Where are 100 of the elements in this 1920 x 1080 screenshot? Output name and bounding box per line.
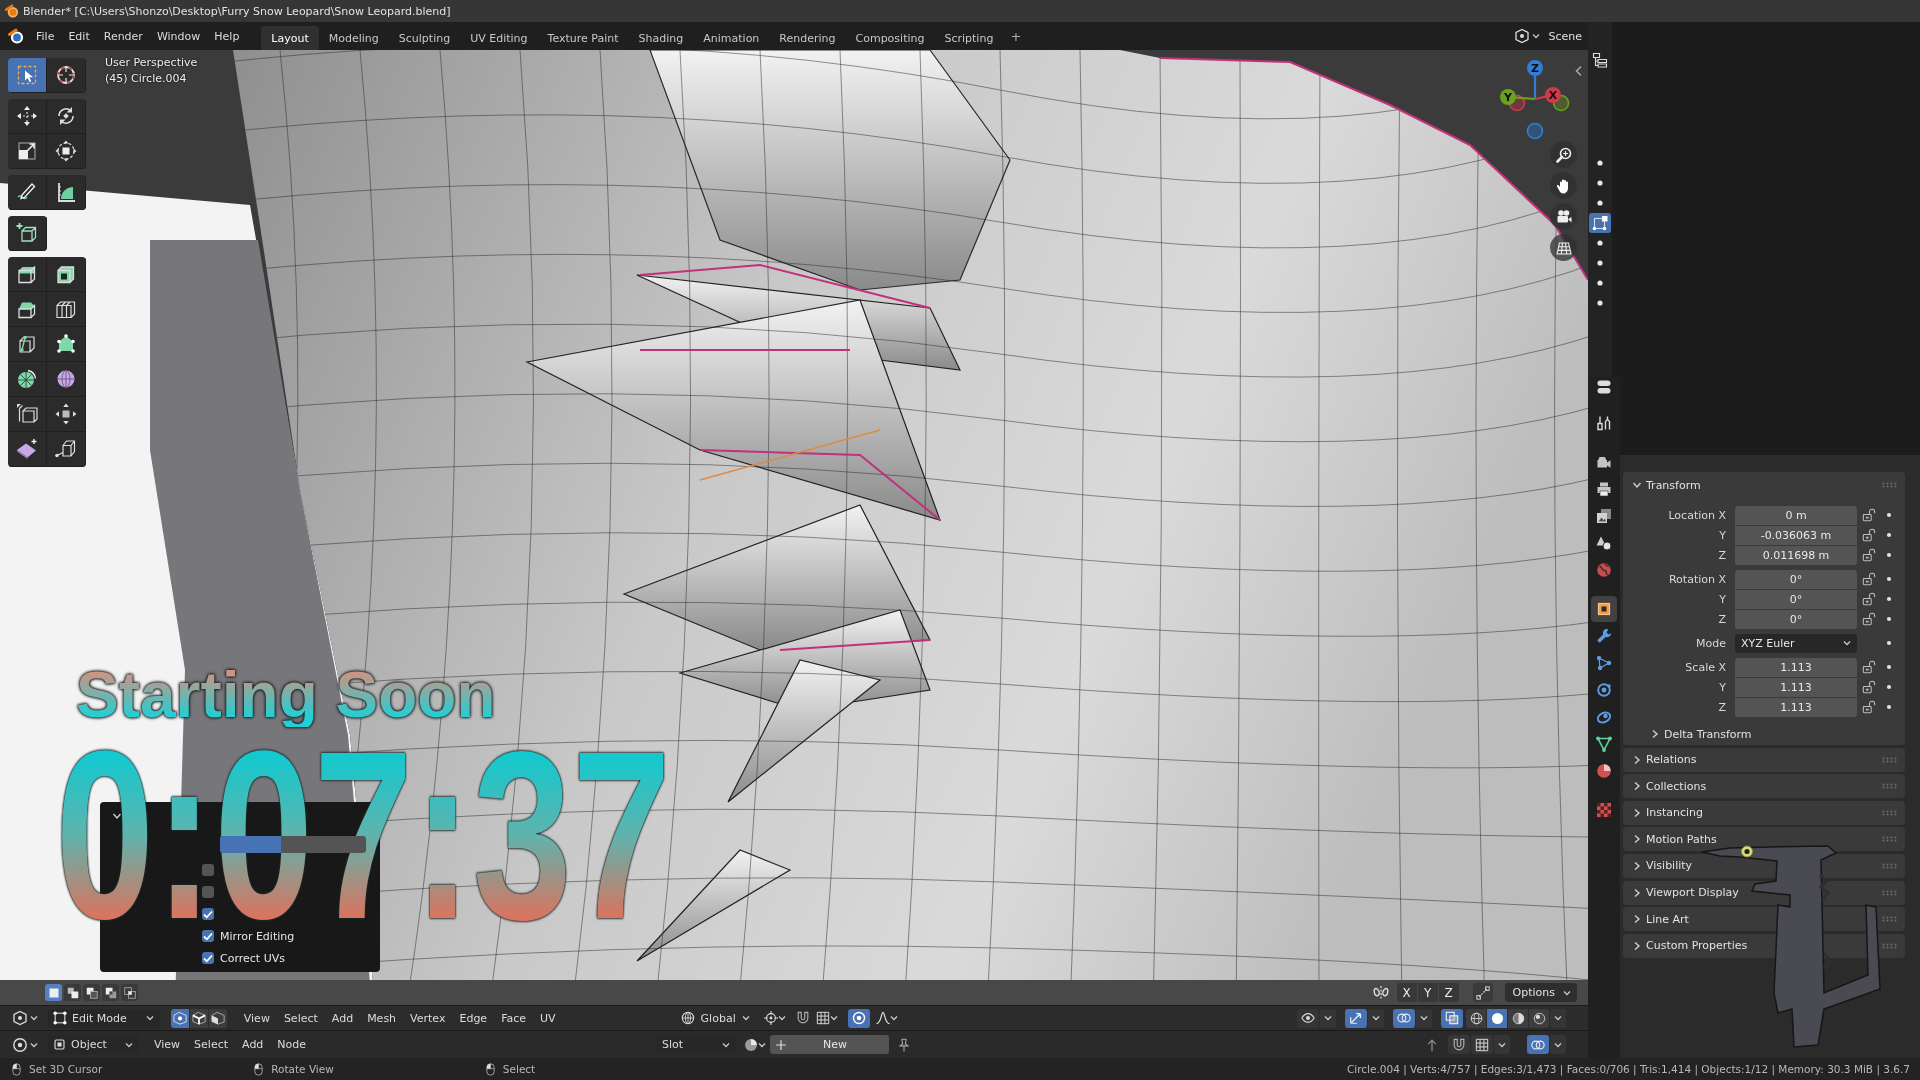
magnet-icon[interactable] [1448, 1035, 1470, 1054]
drag-handle-icon[interactable] [1882, 783, 1897, 790]
number-field[interactable]: 0° [1735, 609, 1857, 629]
rotate-icon[interactable] [47, 99, 86, 134]
pin-icon[interactable] [897, 1037, 912, 1052]
panel-header[interactable]: Motion Paths [1623, 827, 1905, 852]
rendered-shading-icon[interactable] [1529, 1008, 1549, 1028]
select-invert-icon[interactable] [102, 984, 119, 1001]
caret-icon[interactable] [1532, 32, 1541, 40]
select-box-icon[interactable] [8, 58, 47, 93]
select-intersect-icon[interactable] [121, 984, 138, 1001]
menu-item[interactable]: Add [235, 1033, 271, 1056]
xray-icon[interactable] [1441, 1008, 1463, 1028]
panel-title[interactable]: Relations [1646, 753, 1697, 767]
gizmo-icon[interactable] [1345, 1008, 1367, 1028]
drag-handle-icon[interactable] [1882, 482, 1897, 488]
keyframe-dot-icon[interactable] [1886, 640, 1892, 646]
drag-handle-icon[interactable] [1882, 862, 1897, 869]
move-icon[interactable] [8, 99, 47, 134]
mirror-icon[interactable] [1372, 984, 1389, 1001]
number-field[interactable]: 0° [1735, 569, 1857, 589]
caret-icon[interactable] [1494, 1035, 1510, 1054]
add-cube-icon[interactable] [8, 216, 47, 251]
subpanel-title[interactable]: Delta Transform [1664, 727, 1752, 741]
number-field[interactable]: 0 m [1735, 505, 1857, 525]
vertex-select-icon[interactable] [170, 1008, 189, 1028]
panel-title[interactable]: Transform [1646, 478, 1701, 492]
mode-dropdown[interactable]: Edit Mode [48, 1008, 160, 1028]
scale-icon[interactable] [8, 134, 47, 169]
workspace-tab[interactable]: Shading [628, 26, 694, 50]
padlock-icon[interactable] [1862, 612, 1876, 626]
workspace-tab[interactable]: Rendering [769, 26, 846, 50]
menu-item[interactable]: View [147, 1033, 188, 1056]
select-subtract-icon[interactable] [83, 984, 100, 1001]
caret-icon[interactable] [1416, 1008, 1432, 1028]
logo-icon[interactable] [8, 28, 24, 44]
object-icon[interactable] [1591, 596, 1617, 622]
mirror-axis-toggle[interactable]: X [1396, 983, 1417, 1002]
edge-select-icon[interactable] [189, 1008, 208, 1028]
caret-icon[interactable] [741, 1014, 750, 1022]
mirror-axis-toggle[interactable]: Y [1417, 983, 1438, 1002]
panel-title[interactable]: Collections [1646, 779, 1707, 793]
number-field[interactable]: 1.113 [1735, 657, 1857, 677]
panel-header[interactable]: Relations [1623, 747, 1905, 772]
menu-item[interactable]: Mesh [360, 1007, 404, 1029]
wireframe-shading-icon[interactable] [1466, 1008, 1486, 1028]
keyframe-dot-icon[interactable] [1886, 616, 1892, 622]
material-sphere-icon[interactable] [744, 1037, 759, 1052]
caret-icon[interactable] [889, 1014, 898, 1022]
overlays-icon[interactable] [1393, 1008, 1415, 1028]
menu-item[interactable]: Render [96, 25, 150, 47]
scene-name[interactable]: Scene [1548, 29, 1582, 43]
padlock-icon[interactable] [1862, 700, 1876, 714]
panel-title[interactable]: Viewport Display [1646, 886, 1739, 900]
cube-loop-icon[interactable] [47, 292, 86, 327]
keyframe-dot-icon[interactable] [1886, 704, 1892, 710]
node-editor-icon[interactable] [12, 1036, 28, 1053]
panel-title[interactable]: Visibility [1646, 859, 1693, 873]
panel-title[interactable]: Line Art [1646, 912, 1689, 926]
keyframe-dot-icon[interactable] [1886, 684, 1892, 690]
axis-handle[interactable]: Y [1500, 89, 1536, 105]
rotation-mode-dropdown[interactable]: XYZ Euler [1735, 633, 1857, 653]
workspace-tab[interactable]: UV Editing [460, 26, 538, 50]
polygon-icon[interactable] [47, 327, 86, 362]
material-shading-icon[interactable] [1508, 1008, 1528, 1028]
arrow-up-icon[interactable] [1425, 1037, 1439, 1052]
select-replace-icon[interactable] [45, 984, 62, 1001]
transform-icon[interactable] [47, 134, 86, 169]
outliner-icon[interactable] [1592, 52, 1608, 68]
padlock-icon[interactable] [1862, 548, 1876, 562]
panel-title[interactable]: Instancing [1646, 806, 1704, 820]
options-dropdown[interactable]: Options [1504, 983, 1577, 1002]
caret-icon[interactable] [1368, 1008, 1384, 1028]
snap-grid-icon[interactable] [1471, 1035, 1493, 1054]
overlays-icon[interactable] [1527, 1035, 1549, 1054]
visibility-icon[interactable] [1297, 1008, 1319, 1028]
padlock-icon[interactable] [1862, 572, 1876, 586]
mirror-axis-toggle[interactable]: Z [1438, 983, 1459, 1002]
cube-bevel-icon[interactable] [8, 292, 47, 327]
panel-title[interactable]: Motion Paths [1646, 832, 1717, 846]
negative-axis-icon[interactable] [1526, 122, 1544, 140]
chevron-left-icon[interactable] [1574, 65, 1584, 77]
caret-icon[interactable] [30, 1040, 38, 1049]
cube-cut-icon[interactable] [8, 327, 47, 362]
keyframe-dot-icon[interactable] [1886, 664, 1892, 670]
menu-item[interactable]: Node [270, 1033, 314, 1056]
menu-item[interactable]: Help [207, 25, 247, 47]
workspace-tab[interactable]: Modeling [318, 26, 389, 50]
menu-item[interactable]: Select [276, 1007, 325, 1029]
workspace-tab[interactable]: Layout [261, 26, 319, 50]
keyframe-dot-icon[interactable] [1886, 552, 1892, 558]
padlock-icon[interactable] [1862, 680, 1876, 694]
number-field[interactable]: 1.113 [1735, 697, 1857, 717]
solid-shading-icon[interactable] [1487, 1008, 1507, 1028]
caret-icon[interactable] [30, 1014, 38, 1022]
caret-icon[interactable] [1550, 1035, 1566, 1054]
number-field[interactable]: 0.011698 m [1735, 545, 1857, 565]
falloff-curve-icon[interactable] [875, 1011, 890, 1025]
slot-dropdown[interactable]: Slot [657, 1035, 737, 1054]
workspace-tab[interactable]: Texture Paint [537, 26, 629, 50]
